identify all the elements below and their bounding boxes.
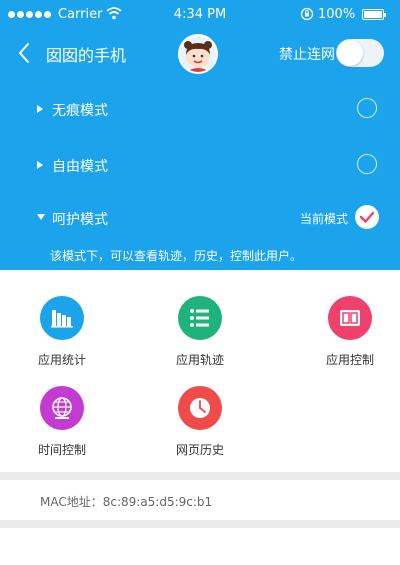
expand-arrow-icon (37, 105, 43, 113)
expand-arrow-icon (37, 161, 43, 169)
tile-time-control[interactable]: 时间控制 (24, 386, 104, 457)
mode-label: 呵护模式 (52, 212, 108, 228)
header-panel: Carrier 4:34 PM 100% 囡囡的手机 禁止连网 无痕模式 自由模… (0, 0, 400, 270)
girl-avatar-icon (184, 41, 212, 72)
divider (0, 472, 400, 480)
mac-address: MAC地址：8c:89:a5:d5:9c:b1 (40, 495, 213, 509)
mode-radio[interactable] (357, 154, 377, 174)
bar-chart-icon (40, 296, 84, 340)
tile-app-stats[interactable]: 应用统计 (24, 296, 104, 367)
app-window-icon (328, 296, 372, 340)
mode-row-traceless[interactable]: 无痕模式 (0, 90, 400, 130)
tile-app-trace[interactable]: 应用轨迹 (160, 296, 240, 367)
tile-app-control[interactable]: 应用控制 (310, 296, 390, 367)
toggle-knob (337, 40, 363, 66)
list-icon (178, 296, 222, 340)
mode-label: 无痕模式 (52, 103, 108, 119)
divider (0, 520, 400, 528)
tile-label: 应用轨迹 (176, 353, 225, 367)
tile-label: 应用统计 (38, 353, 87, 367)
collapse-arrow-icon (37, 214, 45, 220)
mode-radio-checked[interactable] (355, 205, 379, 229)
mode-radio[interactable] (357, 98, 377, 118)
rotation-lock-icon (300, 7, 314, 21)
block-network-toggle[interactable] (336, 39, 384, 67)
battery-percent: 100% (318, 7, 356, 22)
block-network-label: 禁止连网 (279, 47, 335, 63)
current-mode-label: 当前模式 (300, 212, 349, 226)
globe-icon (40, 386, 84, 430)
status-bar: Carrier 4:34 PM 100% (0, 0, 400, 30)
battery-icon (362, 9, 386, 20)
avatar[interactable] (178, 34, 218, 74)
clock-icon (178, 386, 222, 430)
nav-bar: 囡囡的手机 禁止连网 (0, 30, 400, 76)
tile-label: 网页历史 (176, 443, 225, 457)
check-icon (359, 211, 375, 223)
mode-row-care[interactable]: 呵护模式 当前模式 (0, 199, 400, 239)
tile-web-history[interactable]: 网页历史 (160, 386, 240, 457)
mode-row-free[interactable]: 自由模式 (0, 146, 400, 186)
back-chevron-icon[interactable] (14, 40, 36, 66)
mode-label: 自由模式 (52, 159, 108, 175)
tile-label: 时间控制 (38, 443, 87, 457)
page-title: 囡囡的手机 (46, 46, 127, 65)
mode-description: 该模式下，可以查看轨迹，历史，控制此用户。 (50, 249, 303, 263)
tile-label: 应用控制 (326, 353, 375, 367)
